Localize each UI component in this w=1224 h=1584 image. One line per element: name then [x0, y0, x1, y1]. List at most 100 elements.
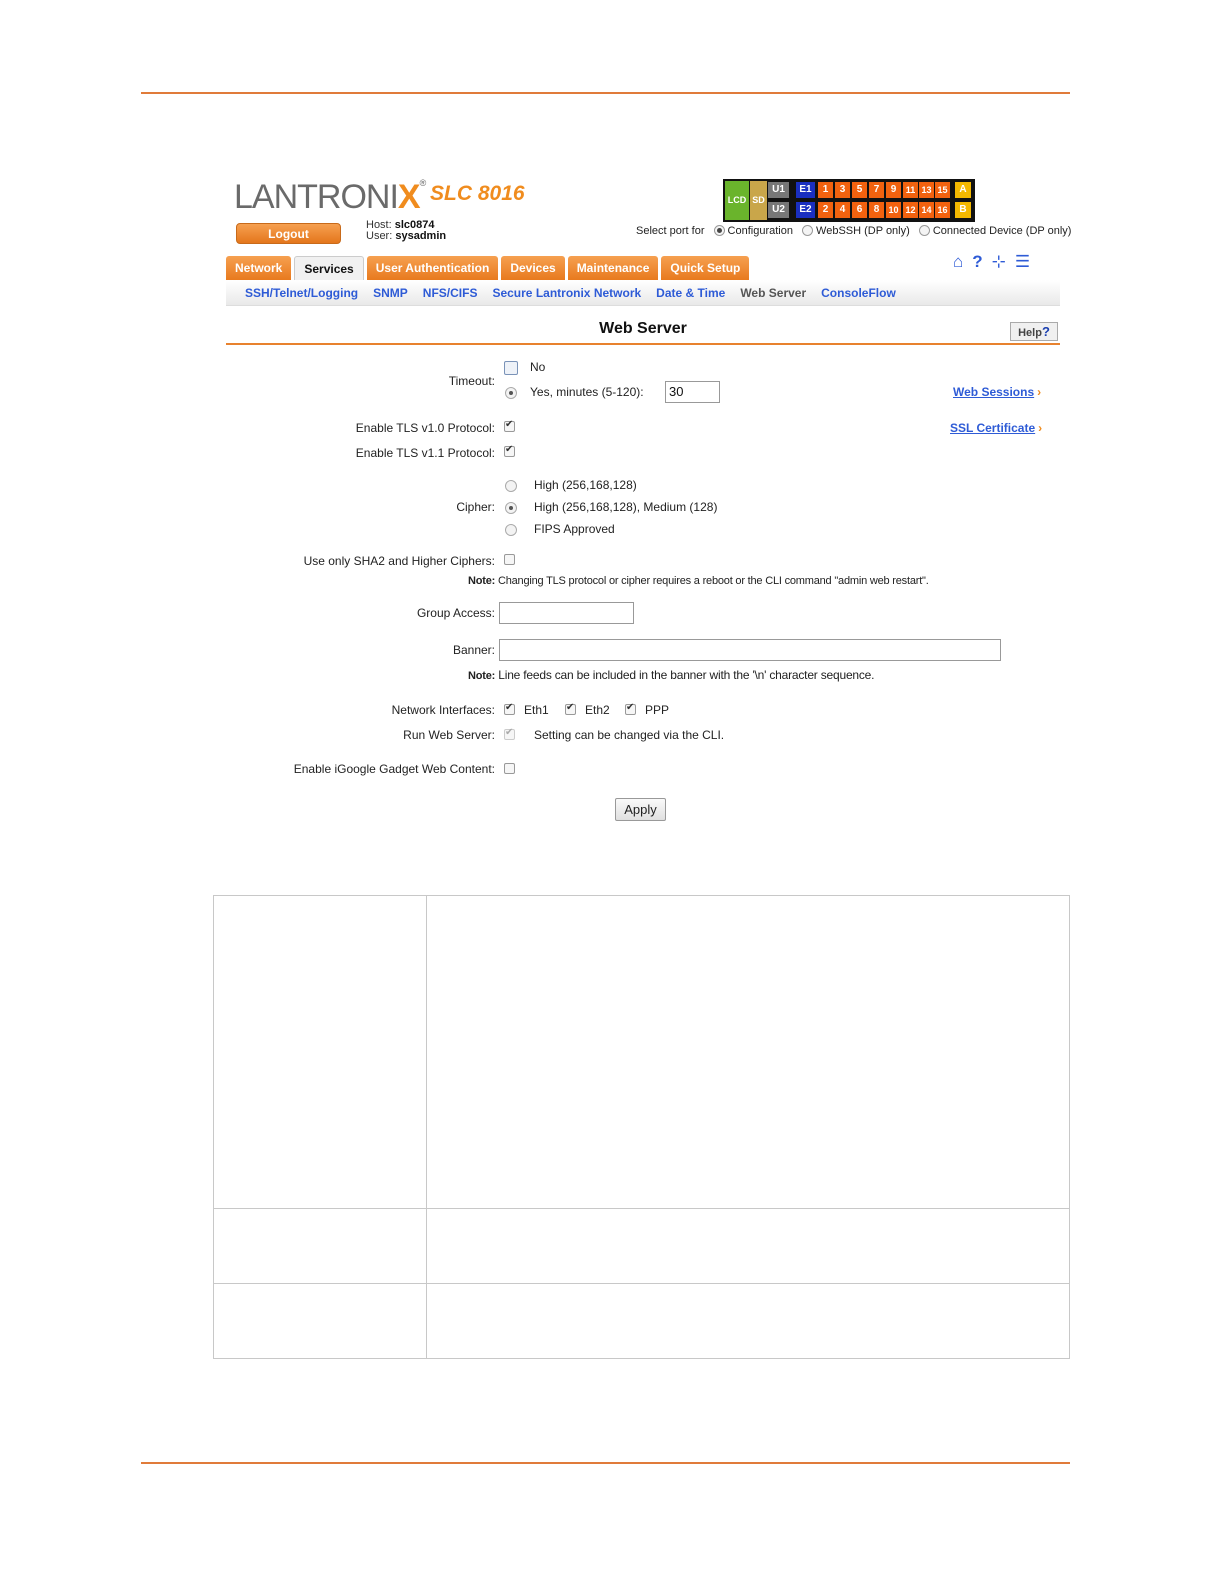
tab-services[interactable]: Services — [294, 256, 364, 280]
eth2-checkbox[interactable] — [565, 702, 576, 715]
port-8[interactable]: 8 — [869, 202, 884, 218]
main-tabs: Network Services User Authentication Dev… — [226, 256, 750, 280]
port-9[interactable]: 9 — [886, 182, 901, 198]
cipher-high-medium-radio[interactable] — [505, 502, 517, 514]
subnav-web-server[interactable]: Web Server — [740, 280, 806, 305]
lantronix-logo: LANTRONIX® — [234, 178, 426, 216]
port-radio-configuration[interactable] — [713, 225, 725, 236]
group-access-label: Group Access: — [416, 606, 495, 620]
sha2-checkbox[interactable] — [504, 554, 515, 565]
timeout-no-label: No — [530, 360, 546, 374]
cipher-fips-radio[interactable] — [505, 524, 517, 536]
help-icon[interactable]: ? — [972, 252, 982, 272]
tls10-checkbox[interactable] — [504, 419, 515, 432]
port-5[interactable]: 5 — [852, 182, 867, 198]
timeout-minutes-input[interactable]: 30 — [665, 381, 720, 403]
subnav-consoleflow[interactable]: ConsoleFlow — [821, 280, 896, 305]
ppp-checkbox[interactable] — [625, 702, 636, 715]
banner-input[interactable] — [499, 639, 1001, 661]
cipher-high-medium-label: High (256,168,128), Medium (128) — [534, 500, 718, 514]
host-user-info: Host: slc0874 User: sysadmin — [366, 219, 447, 242]
select-port-for: Select port for Configuration WebSSH (DP… — [636, 225, 1072, 237]
table-column-divider — [426, 896, 427, 1358]
help-button[interactable]: Help? — [1010, 322, 1058, 341]
port-6[interactable]: 6 — [852, 202, 867, 218]
eth-e1-indicator[interactable]: E1 — [796, 182, 815, 198]
port-radio-webssh[interactable] — [802, 225, 814, 236]
apply-button[interactable]: Apply — [615, 798, 666, 821]
timeout-yes-label: Yes, minutes (5-120): — [530, 385, 644, 399]
tab-quick-setup[interactable]: Quick Setup — [661, 256, 750, 280]
port-10[interactable]: 10 — [886, 202, 901, 218]
port-1[interactable]: 1 — [818, 182, 833, 198]
port-12[interactable]: 12 — [903, 202, 918, 218]
power-a-indicator: A — [955, 182, 971, 198]
subnav-snmp[interactable]: SNMP — [373, 280, 408, 305]
port-2[interactable]: 2 — [818, 202, 833, 218]
port-status-panel: LCD SD U1 U2 E1 E2 1 3 5 7 9 11 13 15 2 … — [723, 179, 975, 222]
web-sessions-link[interactable]: Web Sessions › — [953, 385, 1041, 399]
igoogle-checkbox[interactable] — [504, 763, 515, 774]
home-icon[interactable]: ⌂ — [953, 252, 963, 272]
port-15[interactable]: 15 — [935, 182, 950, 198]
description-table — [213, 895, 1070, 1359]
port-3[interactable]: 3 — [835, 182, 850, 198]
sd-indicator[interactable]: SD — [750, 181, 767, 220]
services-subnav: SSH/Telnet/Logging SNMP NFS/CIFS Secure … — [226, 280, 1060, 306]
ppp-label: PPP — [645, 703, 670, 717]
web-server-screenshot: LANTRONIX® SLC 8016 Logout Host: slc0874… — [226, 176, 1071, 826]
port-4[interactable]: 4 — [835, 202, 850, 218]
table-row-divider — [214, 1208, 1069, 1209]
usb-u2-indicator[interactable]: U2 — [768, 202, 789, 218]
cipher-high-radio[interactable] — [505, 480, 517, 492]
tab-devices[interactable]: Devices — [501, 256, 565, 280]
tab-network[interactable]: Network — [226, 256, 292, 280]
site-map-icon[interactable]: ⊹ — [992, 252, 1006, 272]
model-name: SLC 8016 — [430, 182, 525, 205]
eth2-label: Eth2 — [585, 703, 610, 717]
footer-rule — [141, 1462, 1070, 1464]
tls11-label: Enable TLS v1.1 Protocol: — [355, 446, 495, 460]
port-16[interactable]: 16 — [935, 202, 950, 218]
page-title: Web Server — [599, 320, 687, 337]
timeout-yes-radio[interactable] — [505, 387, 517, 399]
banner-label: Banner: — [452, 643, 495, 657]
port-radio-connected-device[interactable] — [918, 225, 930, 236]
run-web-server-note: Setting can be changed via the CLI. — [534, 728, 725, 742]
group-access-input[interactable] — [499, 602, 634, 624]
subnav-ssh-telnet-logging[interactable]: SSH/Telnet/Logging — [245, 280, 358, 305]
title-divider — [226, 343, 1060, 345]
eth1-checkbox[interactable] — [504, 702, 515, 715]
port-14[interactable]: 14 — [919, 202, 934, 218]
cipher-high-label: High (256,168,128) — [534, 478, 637, 492]
timeout-label: Timeout: — [448, 374, 495, 388]
table-row-divider — [214, 1283, 1069, 1284]
run-web-server-checkbox — [504, 727, 515, 740]
port-11[interactable]: 11 — [903, 182, 918, 198]
sha2-label: Use only SHA2 and Higher Ciphers: — [303, 554, 495, 568]
power-b-indicator: B — [955, 202, 971, 218]
port-7[interactable]: 7 — [869, 182, 884, 198]
tab-maintenance[interactable]: Maintenance — [567, 256, 659, 280]
tab-user-authentication[interactable]: User Authentication — [366, 256, 499, 280]
timeout-no-checkbox[interactable] — [504, 361, 518, 375]
ssl-certificate-link[interactable]: SSL Certificate › — [950, 421, 1042, 435]
cipher-label: Cipher: — [456, 500, 495, 514]
lcd-indicator[interactable]: LCD — [725, 181, 749, 220]
run-web-server-label: Run Web Server: — [403, 728, 495, 742]
tls-note: Note: Changing TLS protocol or cipher re… — [468, 575, 929, 587]
eth1-label: Eth1 — [524, 703, 549, 717]
usb-u1-indicator[interactable]: U1 — [768, 182, 789, 198]
eth-e2-indicator[interactable]: E2 — [796, 202, 815, 218]
tls11-checkbox[interactable] — [504, 444, 515, 457]
tls10-label: Enable TLS v1.0 Protocol: — [355, 421, 495, 435]
logout-button[interactable]: Logout — [236, 223, 341, 244]
subnav-date-time[interactable]: Date & Time — [656, 280, 725, 305]
port-13[interactable]: 13 — [919, 182, 934, 198]
log-icon[interactable]: ☰ — [1015, 252, 1030, 272]
igoogle-label: Enable iGoogle Gadget Web Content: — [293, 762, 495, 776]
subnav-nfs-cifs[interactable]: NFS/CIFS — [423, 280, 478, 305]
cipher-fips-label: FIPS Approved — [534, 522, 615, 536]
network-interfaces-label: Network Interfaces: — [391, 703, 495, 717]
subnav-secure-lantronix-network[interactable]: Secure Lantronix Network — [492, 280, 641, 305]
